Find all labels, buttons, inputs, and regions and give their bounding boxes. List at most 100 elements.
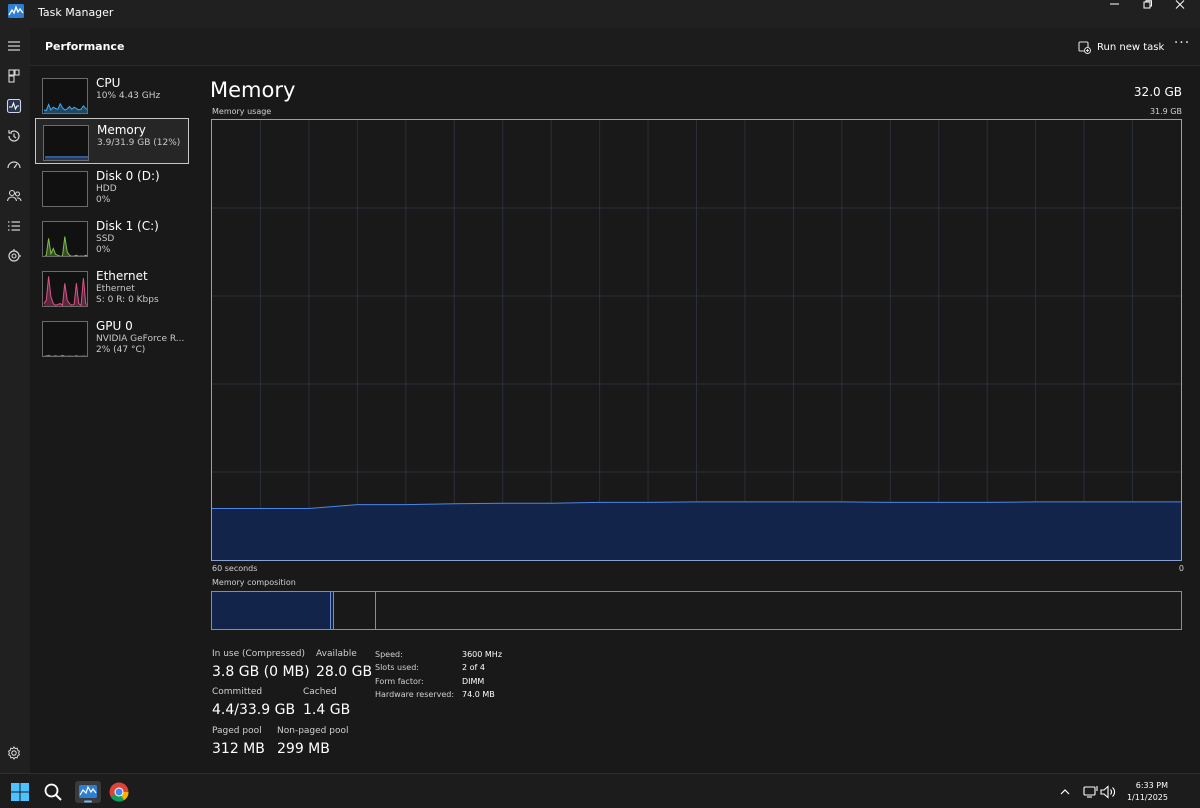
thumbnail-area <box>46 355 84 356</box>
navigation-rail <box>0 28 30 773</box>
disk-1-thumbnail <box>42 221 88 257</box>
composition-segment-standby <box>333 592 377 629</box>
task-manager-icon[interactable] <box>75 781 101 803</box>
start-icon[interactable] <box>9 781 31 803</box>
in-use-label: In use (Compressed) <box>212 649 305 659</box>
total-memory: 32.0 GB <box>1133 85 1182 99</box>
page-title: Performance <box>45 40 125 53</box>
performance-sidebar: CPU 10% 4.43 GHz Memory 3.9/31.9 GB (12%… <box>30 66 198 773</box>
chrome-icon[interactable] <box>108 781 130 803</box>
committed-value: 4.4/33.9 GB <box>212 702 296 718</box>
time-axis-end: 0 <box>1178 564 1184 573</box>
paged-pool-label: Paged pool <box>212 726 262 736</box>
task-manager-icon <box>8 4 24 18</box>
processes-icon[interactable] <box>5 67 23 85</box>
sidebar-item-gpu-0[interactable]: GPU 0 NVIDIA GeForce R... 2% (47 °C) <box>35 315 189 361</box>
sidebar-item-cpu[interactable]: CPU 10% 4.43 GHz <box>35 72 189 118</box>
available-value: 28.0 GB <box>316 664 373 680</box>
sidebar-item-name: Disk 0 (D:) <box>96 169 160 183</box>
chevron-up-icon[interactable] <box>1058 781 1072 803</box>
sidebar-item-usage: 0% <box>96 195 111 205</box>
non-paged-pool-label: Non-paged pool <box>277 726 349 736</box>
memory-usage-graph <box>211 119 1182 561</box>
sidebar-item-name: CPU <box>96 76 121 90</box>
memory-composition-label: Memory composition <box>212 578 296 587</box>
resource-title: Memory <box>210 78 296 102</box>
sidebar-item-detail: SSD <box>96 234 115 244</box>
sidebar-item-name: Disk 1 (C:) <box>96 219 159 233</box>
memory-panel: Memory 32.0 GB Memory usage 31.9 GB 60 s… <box>198 66 1200 773</box>
run-new-task-label: Run new task <box>1097 41 1165 53</box>
cpu-thumbnail <box>42 78 88 114</box>
memory-usage-label: Memory usage <box>212 107 272 116</box>
app-history-icon[interactable] <box>5 127 23 145</box>
close-icon[interactable] <box>1166 0 1196 14</box>
form-factor-value: DIMM <box>462 677 485 686</box>
time-axis-start: 60 seconds <box>212 564 258 573</box>
speed-label: Speed: <box>375 650 403 659</box>
memory-thumbnail <box>43 125 89 161</box>
tray-time[interactable]: 6:33 PM <box>1126 781 1168 790</box>
tray-date[interactable]: 1/11/2025 <box>1120 793 1168 802</box>
sidebar-item-usage: S: 0 R: 0 Kbps <box>96 295 159 305</box>
sidebar-item-detail: 3.9/31.9 GB (12%) <box>97 138 181 148</box>
sidebar-item-detail: HDD <box>96 184 117 194</box>
taskbar: 6:33 PM 1/11/2025 <box>0 773 1200 808</box>
committed-label: Committed <box>212 687 263 697</box>
slots-used-value: 2 of 4 <box>462 663 485 672</box>
sidebar-item-usage: 0% <box>96 245 111 255</box>
network-icon[interactable] <box>1082 781 1100 803</box>
volume-icon[interactable] <box>1099 781 1117 803</box>
memory-usage-area <box>212 501 1181 560</box>
in-use-value: 3.8 GB (0 MB) <box>212 664 310 680</box>
composition-segment-free <box>376 592 1181 629</box>
performance-icon[interactable] <box>5 97 23 115</box>
details-icon[interactable] <box>5 217 23 235</box>
settings-icon[interactable] <box>5 744 23 762</box>
slots-used-label: Slots used: <box>375 663 419 672</box>
speed-value: 3600 MHz <box>462 650 503 659</box>
hardware-reserved-label: Hardware reserved: <box>375 690 455 699</box>
sidebar-item-detail: NVIDIA GeForce R... <box>96 334 185 344</box>
sidebar-item-detail: 10% 4.43 GHz <box>96 91 161 101</box>
thumbnail-area <box>45 156 88 160</box>
title-bar: Task Manager <box>0 0 1200 26</box>
sidebar-item-detail: Ethernet <box>96 284 135 294</box>
hardware-reserved-value: 74.0 MB <box>462 690 495 699</box>
sidebar-item-name: Memory <box>97 123 146 137</box>
run-new-task-button[interactable]: Run new task <box>1078 38 1164 56</box>
available-label: Available <box>316 649 357 659</box>
maximize-icon[interactable] <box>1132 0 1162 14</box>
services-icon[interactable] <box>5 247 23 265</box>
minimize-icon[interactable] <box>1100 0 1130 14</box>
search-icon[interactable] <box>42 781 64 803</box>
more-options-button[interactable]: ··· <box>1170 35 1194 57</box>
thumbnail-line <box>43 354 87 356</box>
sidebar-item-name: GPU 0 <box>96 319 133 333</box>
ethernet-thumbnail <box>42 271 88 307</box>
cached-value: 1.4 GB <box>303 702 351 718</box>
thumbnail-line <box>43 102 87 112</box>
cached-label: Cached <box>303 687 337 697</box>
memory-usage-max: 31.9 GB <box>1149 107 1182 116</box>
non-paged-pool-value: 299 MB <box>277 741 330 757</box>
sidebar-item-usage: 2% (47 °C) <box>96 345 146 355</box>
gpu-0-thumbnail <box>42 321 88 357</box>
sidebar-item-memory[interactable]: Memory 3.9/31.9 GB (12%) <box>35 118 189 164</box>
run-task-icon <box>1078 40 1091 54</box>
users-icon[interactable] <box>5 187 23 205</box>
memory-usage-chart <box>212 120 1181 560</box>
sidebar-item-ethernet[interactable]: Ethernet Ethernet S: 0 R: 0 Kbps <box>35 265 189 311</box>
paged-pool-value: 312 MB <box>212 741 265 757</box>
sidebar-item-disk-1[interactable]: Disk 1 (C:) SSD 0% <box>35 215 189 261</box>
startup-apps-icon[interactable] <box>5 157 23 175</box>
header-bar: Performance Run new task ··· <box>30 28 1200 66</box>
form-factor-label: Form factor: <box>375 677 424 686</box>
sidebar-item-disk-0[interactable]: Disk 0 (D:) HDD 0% <box>35 165 189 211</box>
window-title: Task Manager <box>38 6 114 19</box>
memory-composition-bar <box>211 591 1182 630</box>
menu-icon[interactable] <box>5 37 23 55</box>
composition-segment-in-use <box>212 592 331 629</box>
sidebar-item-name: Ethernet <box>96 269 148 283</box>
disk-0-thumbnail <box>42 171 88 207</box>
